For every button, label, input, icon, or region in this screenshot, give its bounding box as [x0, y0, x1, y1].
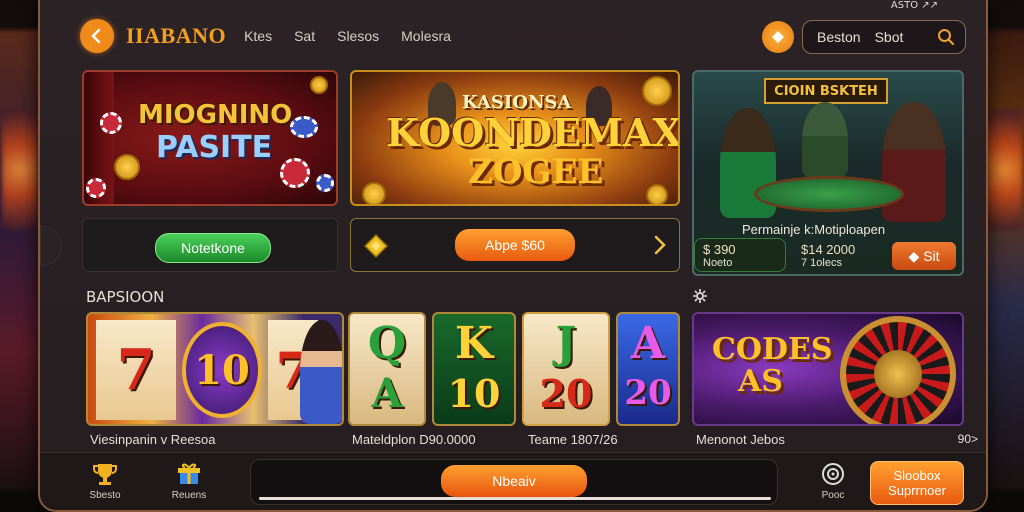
coin-decoration	[310, 76, 328, 94]
bet-button[interactable]: Abpe $60	[455, 229, 575, 261]
nav-item-2[interactable]: Sat	[294, 28, 315, 44]
reel-symbol: Q	[367, 317, 407, 369]
coin-decoration	[114, 154, 140, 180]
reel-value: 20	[624, 373, 672, 413]
game-caption: Viesinpanin v Reesoa	[90, 432, 216, 447]
game-card-a[interactable]: A 20	[616, 312, 680, 426]
game-card-slots-big[interactable]: 7 10 7	[86, 312, 344, 426]
reel-symbol: 10	[182, 322, 262, 418]
chip-decoration	[290, 116, 318, 138]
search-bar[interactable]: Beston Sbot	[802, 20, 966, 54]
reel-value: A	[371, 369, 403, 417]
banner-subtitle: Permainje k:Motiploapen	[742, 222, 886, 237]
banner-title: CIOIN BSKTEH	[764, 78, 888, 104]
coin-decoration	[642, 76, 672, 106]
chip-decoration	[280, 158, 310, 188]
chip-decoration	[100, 112, 122, 134]
stat-label: 7 1olecs	[801, 257, 842, 269]
deposit-button[interactable]: Nbeaiv	[441, 465, 587, 497]
cta-line1: Sloobox	[893, 468, 941, 483]
bottom-nav-item-3[interactable]: Pooc	[808, 461, 858, 501]
banner-title: MIOGNINO	[138, 100, 293, 130]
character-woman	[300, 320, 342, 424]
reel-symbol: A	[630, 317, 666, 369]
reel-symbol: K	[454, 317, 494, 369]
reel-symbol: 7	[96, 320, 176, 420]
game-card-q[interactable]: Q A	[348, 312, 426, 426]
sit-button-label: Sit	[923, 248, 940, 264]
chip-decoration	[86, 178, 106, 198]
cta-line2: Suprrnoer	[888, 483, 946, 498]
search-label-2: Sbot	[874, 29, 904, 45]
action-row-center: Abpe $60	[350, 218, 680, 272]
action-row-left: Notetkone	[82, 218, 338, 272]
status-bar: ASTO ↗↗	[890, 0, 938, 11]
trophy-icon	[93, 464, 117, 485]
notification-button[interactable]: Notetkone	[155, 233, 271, 263]
game-caption: Teame 1807/26	[528, 432, 618, 447]
promo-banner-multiplayer[interactable]: CIOIN BSKTEH Permainje k:Motiploapen $ 3…	[692, 70, 964, 276]
progress-line	[259, 497, 771, 500]
sit-button[interactable]: ◆ Sit	[892, 242, 956, 270]
bottom-nav-item-2[interactable]: Reuens	[164, 461, 214, 501]
stat-value: $14 2000	[801, 242, 856, 257]
bottom-nav-item-1[interactable]: Sbesto	[80, 461, 130, 501]
nav-item-3[interactable]: Slesos	[337, 28, 379, 44]
reel-symbol: J	[555, 317, 577, 369]
target-icon	[822, 463, 844, 485]
game-card-roulette[interactable]: CODES AS	[692, 312, 964, 426]
search-icon[interactable]	[937, 28, 955, 46]
roulette-title-line2: AS	[738, 364, 783, 399]
coin-button[interactable]	[762, 21, 794, 53]
back-button[interactable]	[80, 19, 114, 53]
game-price: 90>	[957, 432, 978, 446]
bottom-nav-label: Pooc	[821, 490, 845, 501]
roulette-title: CODES AS	[712, 334, 833, 398]
reel-value: 10	[447, 370, 501, 416]
stat-label: Noeto	[703, 257, 733, 269]
bottom-nav-label: Sbesto	[89, 490, 121, 501]
nav-item-4[interactable]: Molesra	[401, 28, 451, 44]
side-drawer-handle[interactable]	[40, 226, 62, 266]
nav-item-1[interactable]: Ktes	[244, 28, 272, 44]
chevron-right-icon[interactable]	[653, 235, 667, 255]
search-label-1: Beston	[817, 29, 861, 45]
promo-banner-left[interactable]: MIOGNINO PASITE	[82, 70, 338, 206]
banner-subtitle: ZOGEE	[468, 152, 604, 192]
bottom-bar: Sbesto Reuens Nbeaiv Pooc Sloobox Suprrn…	[40, 452, 986, 510]
app-logo: IIABANO	[126, 23, 227, 48]
game-caption: Menonot Jebos	[696, 432, 785, 447]
player-right	[882, 102, 946, 222]
poker-table	[754, 176, 904, 212]
roulette-title-line1: CODES	[712, 332, 833, 367]
player-center	[802, 102, 848, 178]
header: IIABANO Ktes Sat Slesos Molesra	[80, 17, 473, 55]
top-nav: Ktes Sat Slesos Molesra	[244, 28, 473, 44]
reel-value: 20	[539, 370, 593, 416]
section-title: BAPSIOON	[86, 288, 165, 306]
bottom-nav-label: Reuens	[171, 490, 207, 501]
coin-decoration	[362, 182, 386, 204]
game-caption: Mateldplon D90.0000	[352, 432, 476, 447]
banner-subtitle: PASITE	[156, 130, 273, 165]
roulette-wheel	[840, 316, 956, 424]
center-panel: Nbeaiv	[250, 459, 778, 505]
diamond-icon: ◆	[908, 247, 920, 264]
coin-decoration	[646, 184, 668, 204]
chevron-left-icon	[91, 28, 101, 44]
banner-title: KOONDEMAX	[386, 110, 680, 155]
diamond-icon	[363, 233, 389, 259]
gift-icon	[178, 463, 200, 484]
chip-decoration	[316, 174, 334, 192]
gear-icon[interactable]	[692, 288, 708, 304]
game-card-j[interactable]: J 20	[522, 312, 610, 426]
diamond-icon	[772, 31, 784, 43]
app-window: ASTO ↗↗ IIABANO Ktes Sat Slesos Molesra …	[38, 0, 988, 512]
promo-banner-center[interactable]: KASIONSA KOONDEMAX ZOGEE	[350, 70, 680, 206]
stat-card-2: $14 2000 7 1olecs	[792, 238, 884, 272]
cta-button[interactable]: Sloobox Suprrnoer	[870, 461, 964, 505]
stat-value: $ 390	[703, 242, 736, 257]
game-card-k[interactable]: K 10	[432, 312, 516, 426]
stat-card-1: $ 390 Noeto	[694, 238, 786, 272]
